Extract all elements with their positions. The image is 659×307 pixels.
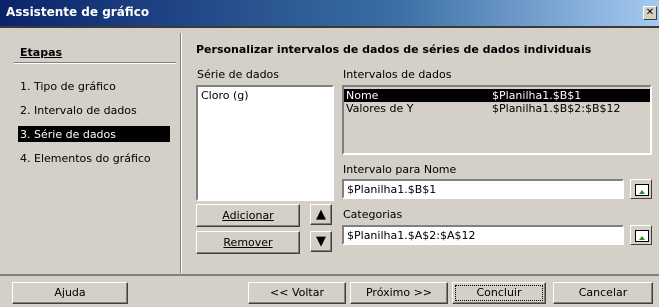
back-button[interactable]: << Voltar: [248, 282, 346, 304]
range-name: Valores de Y: [346, 102, 414, 115]
range-for-name-value: $Planilha1.$B$1: [347, 183, 437, 196]
page-title: Personalizar intervalos de dados de séri…: [196, 43, 592, 56]
select-range-button[interactable]: [630, 179, 652, 199]
categories-input[interactable]: $Planilha1.$A$2:$A$12: [342, 225, 624, 245]
range-name: Nome: [346, 89, 379, 102]
move-up-button[interactable]: ▲: [310, 204, 332, 225]
ranges-list[interactable]: Nome $Planilha1.$B$1 Valores de Y $Plani…: [342, 85, 652, 155]
steps-separator: [14, 62, 176, 64]
move-down-button[interactable]: ▼: [310, 231, 332, 252]
range-value: $Planilha1.$B$2:$B$12: [492, 102, 621, 115]
shrink-icon: [635, 230, 649, 242]
remove-button[interactable]: Remover: [196, 231, 300, 254]
select-categories-button[interactable]: [630, 225, 652, 245]
finish-button[interactable]: Concluir: [452, 282, 546, 304]
categories-value: $Planilha1.$A$2:$A$12: [347, 229, 476, 242]
series-list[interactable]: Cloro (g): [196, 85, 334, 201]
step-item-elementos[interactable]: 4. Elementos do gráfico: [20, 152, 151, 165]
window-title: Assistente de gráfico: [6, 5, 150, 19]
help-button[interactable]: Ajuda: [12, 282, 128, 304]
panel-divider: [180, 33, 182, 273]
step-item-intervalo[interactable]: 2. Intervalo de dados: [20, 104, 137, 117]
cancel-button[interactable]: Cancelar: [553, 282, 653, 304]
shrink-icon: [635, 184, 649, 196]
range-row-selected[interactable]: Nome $Planilha1.$B$1: [344, 89, 650, 102]
range-for-name-input[interactable]: $Planilha1.$B$1: [342, 179, 624, 199]
add-button[interactable]: Adicionar: [196, 204, 300, 227]
range-for-name-label: Intervalo para Nome: [343, 163, 457, 176]
series-item[interactable]: Cloro (g): [201, 89, 249, 102]
close-button[interactable]: ✕: [643, 6, 657, 20]
next-button[interactable]: Próximo >>: [350, 282, 448, 304]
range-row[interactable]: Valores de Y $Planilha1.$B$2:$B$12: [344, 102, 650, 115]
series-label: Série de dados: [197, 68, 280, 81]
step-item-serie[interactable]: 3. Série de dados: [18, 126, 170, 142]
categories-label: Categorias: [343, 208, 403, 221]
steps-title: Etapas: [20, 46, 63, 59]
step-item-tipo[interactable]: 1. Tipo de gráfico: [20, 80, 116, 93]
range-value: $Planilha1.$B$1: [492, 89, 582, 102]
ranges-label: Intervalos de dados: [343, 68, 452, 81]
